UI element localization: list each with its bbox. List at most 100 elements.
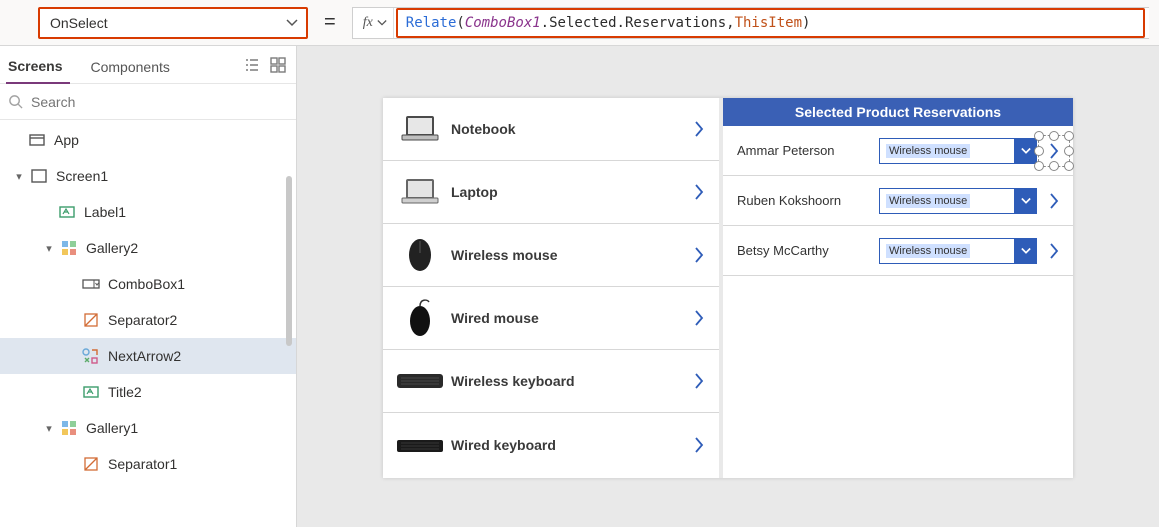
tree-node-title2[interactable]: Title2 (0, 374, 296, 410)
chevron-down-icon (1021, 246, 1031, 256)
formula-token-this: ThisItem (735, 15, 802, 31)
tree-node-label: Separator2 (108, 312, 177, 328)
product-name: Wired keyboard (447, 437, 689, 453)
tree-node-label: Label1 (84, 204, 126, 220)
formula-token-dot: . (617, 15, 625, 31)
collapse-icon[interactable]: ▾ (42, 242, 56, 255)
tree-node-label: Screen1 (56, 168, 108, 184)
nextarrow-control[interactable] (1045, 242, 1063, 260)
tree-node-label: ComboBox1 (108, 276, 185, 292)
tree-node-label: Gallery1 (86, 420, 138, 436)
tree-node-label: NextArrow2 (108, 348, 181, 364)
product-item[interactable]: Notebook (383, 98, 719, 161)
tree-node-gallery2[interactable]: ▾ Gallery2 (0, 230, 296, 266)
formula-token-comma: , (726, 15, 734, 31)
reservation-combo[interactable]: Wireless mouse (879, 238, 1037, 264)
product-thumb-laptop-icon (393, 167, 447, 217)
property-dropdown[interactable]: OnSelect (38, 7, 308, 39)
tree-node-label1[interactable]: Label1 (0, 194, 296, 230)
product-name: Notebook (447, 121, 689, 137)
tree-node-label: Separator1 (108, 456, 177, 472)
chevron-down-icon (1021, 146, 1031, 156)
tab-screens-label: Screens (8, 58, 62, 74)
chevron-right-icon[interactable] (689, 309, 709, 327)
reservation-item[interactable]: Ammar Peterson Wireless mouse (723, 126, 1073, 176)
screen-icon (30, 167, 48, 185)
reservation-combo-value: Wireless mouse (886, 194, 970, 208)
reservation-gallery: Selected Product Reservations Ammar Pete… (723, 98, 1073, 478)
chevron-right-icon[interactable] (689, 246, 709, 264)
product-name: Wired mouse (447, 310, 689, 326)
label-icon (58, 203, 76, 221)
fx-toggle[interactable]: fx (353, 8, 394, 38)
tree-node-label: Title2 (108, 384, 142, 400)
combo-open-button[interactable] (1014, 239, 1036, 263)
equals-label: = (308, 11, 352, 34)
tree-node-screen[interactable]: ▾ Screen1 (0, 158, 296, 194)
product-name: Wireless keyboard (447, 373, 689, 389)
chevron-down-icon (1021, 196, 1031, 206)
app-frame: Notebook Laptop (383, 98, 1073, 478)
tree-node-app[interactable]: App (0, 122, 296, 158)
tree-node-gallery1[interactable]: ▾ Gallery1 (0, 410, 296, 446)
tab-components-label: Components (90, 59, 169, 75)
list-view-icon[interactable] (244, 57, 260, 73)
reservation-item[interactable]: Ruben Kokshoorn Wireless mouse (723, 176, 1073, 226)
combo-open-button[interactable] (1014, 189, 1036, 213)
chevron-right-icon[interactable] (689, 120, 709, 138)
chevron-down-icon (377, 18, 387, 28)
reservation-header: Selected Product Reservations (723, 98, 1073, 126)
tree-node-label: Gallery2 (86, 240, 138, 256)
product-name: Laptop (447, 184, 689, 200)
reservation-item[interactable]: Betsy McCarthy Wireless mouse (723, 226, 1073, 276)
formula-token-ident: ComboBox1 (465, 15, 541, 31)
collapse-icon[interactable]: ▾ (12, 170, 26, 183)
chevron-right-icon[interactable] (689, 436, 709, 454)
formula-token-dot: . (541, 15, 549, 31)
separator-icon (82, 455, 100, 473)
product-item[interactable]: Wireless keyboard (383, 350, 719, 413)
tree-node-combobox1[interactable]: ComboBox1 (0, 266, 296, 302)
separator-icon (82, 311, 100, 329)
reservation-combo[interactable]: Wireless mouse (879, 188, 1037, 214)
formula-token-open: ( (456, 15, 464, 31)
tab-components[interactable]: Components (88, 51, 177, 83)
product-item[interactable]: Laptop (383, 161, 719, 224)
collapse-icon[interactable]: ▾ (42, 422, 56, 435)
product-thumb-laptop-icon (393, 104, 447, 154)
tree-node-separator2[interactable]: Separator2 (0, 302, 296, 338)
chevron-down-icon (286, 17, 298, 29)
nextarrow-control[interactable] (1045, 192, 1063, 210)
tree-panel: Screens Components (0, 46, 297, 527)
tree-node-separator1[interactable]: Separator1 (0, 446, 296, 482)
product-item[interactable]: Wireless mouse (383, 224, 719, 287)
combobox-icon (82, 275, 100, 293)
chevron-right-icon[interactable] (689, 183, 709, 201)
shapes-icon (82, 347, 100, 365)
tree-node-nextarrow2[interactable]: NextArrow2 (0, 338, 296, 374)
product-item[interactable]: Wired mouse (383, 287, 719, 350)
reservation-name: Ammar Peterson (737, 143, 871, 158)
reservation-combo-value: Wireless mouse (886, 244, 970, 258)
product-item[interactable]: Wired keyboard (383, 413, 719, 476)
scrollbar-thumb[interactable] (286, 176, 292, 346)
combo-open-button[interactable] (1014, 139, 1036, 163)
product-thumb-mouse-icon (393, 230, 447, 280)
nextarrow-control[interactable] (1045, 142, 1063, 160)
search-input[interactable] (29, 93, 288, 111)
product-gallery: Notebook Laptop (383, 98, 723, 478)
grid-view-icon[interactable] (270, 57, 286, 73)
app-icon (28, 131, 46, 149)
gallery-icon (60, 419, 78, 437)
chevron-right-icon[interactable] (689, 372, 709, 390)
fx-label-text: fx (363, 15, 373, 31)
formula-input[interactable]: Relate ( ComboBox1 . Selected . Reservat… (396, 8, 1145, 38)
reservation-name: Ruben Kokshoorn (737, 193, 871, 208)
reservation-combo[interactable]: Wireless mouse (879, 138, 1037, 164)
label-icon (82, 383, 100, 401)
gallery-icon (60, 239, 78, 257)
reservation-combo-value: Wireless mouse (886, 144, 970, 158)
tree: App ▾ Screen1 Label1 ▾ (0, 120, 296, 527)
tab-screens[interactable]: Screens (6, 50, 70, 84)
formula-token-func: Relate (406, 15, 457, 31)
